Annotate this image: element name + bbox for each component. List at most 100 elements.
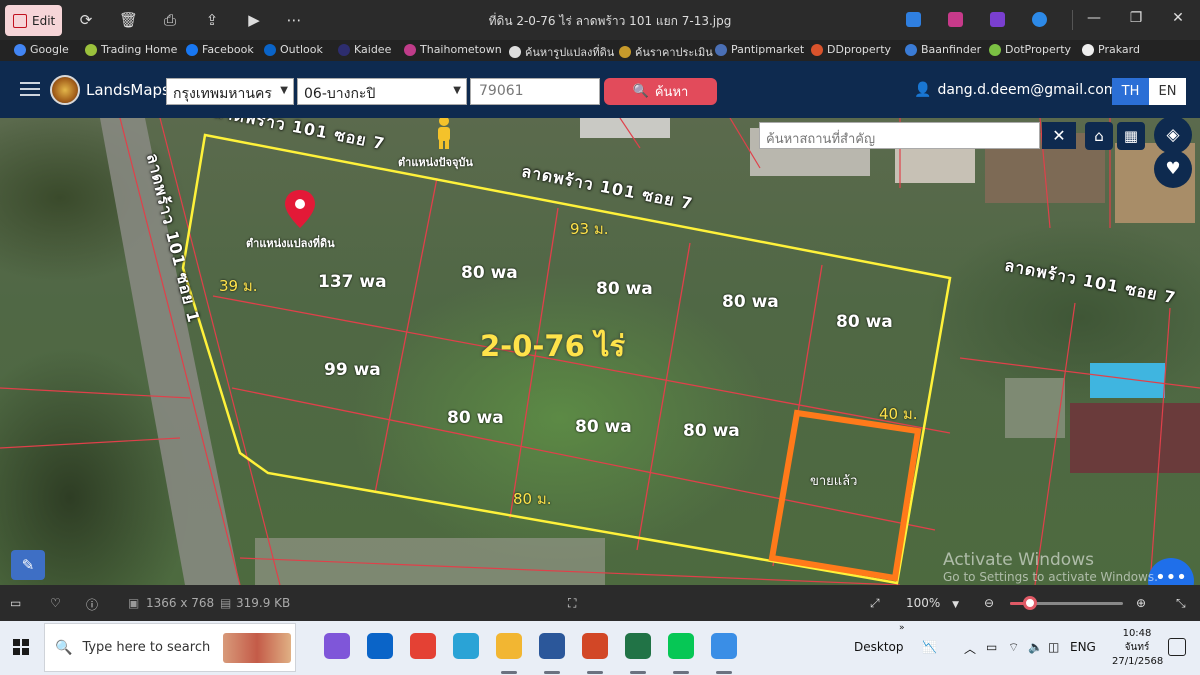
bookmark-item[interactable]: Baanfinder [905,43,981,56]
bookmark-item[interactable]: Kaidee [338,43,391,56]
filmstrip-icon[interactable]: ▭ [10,596,21,610]
designer-icon[interactable] [948,12,963,27]
word-icon[interactable] [539,633,565,659]
bookmark-label: Facebook [202,43,254,56]
stock-widget-icon[interactable]: 📉 [922,640,937,654]
edge-icon[interactable] [453,633,479,659]
parcel-position-label: ตำแหน่งแปลงที่ดิน [246,237,335,250]
windows-taskbar: 🔍 Type here to search Desktop » 📉 ︿ ▭ ⌔ … [0,621,1200,675]
bookmark-item[interactable]: Outlook [264,43,323,56]
bookmark-favicon-icon [905,43,917,56]
bookmarks-bar: Google Trading Home Facebook Outlook Kaidee T… [0,40,1200,61]
grid-icon[interactable]: ▦ [1117,122,1145,150]
clock-time: 10:48 [1122,628,1152,639]
zoom-slider-handle[interactable] [1023,596,1038,610]
notification-icon[interactable] [1168,638,1186,656]
minimize-icon[interactable]: — [1084,10,1104,26]
fit-window-icon[interactable]: ⤢ [870,596,880,611]
zoom-level-select[interactable]: 100% ▼ [906,596,959,610]
slideshow-icon[interactable]: ▶ [245,11,263,29]
chevron-down-icon: ▼ [453,85,461,96]
crop-fit-icon[interactable]: ⛶ [568,596,576,611]
info-icon[interactable]: ⓘ [86,596,98,613]
district-select[interactable]: 06-บางกะปิ ▼ [297,78,467,105]
plot-area-label: 80 wa [575,417,632,437]
zoom-out-icon[interactable]: ⊖ [984,596,994,610]
print-icon[interactable]: ⎙ [161,11,179,29]
bookmark-item[interactable]: Facebook [186,43,254,56]
battery-icon[interactable]: ▭ [986,640,997,654]
bookmark-label: Pantipmarket [731,43,805,56]
more-options-icon[interactable]: ⋯ [285,11,303,29]
home-icon[interactable]: ⌂ [1085,122,1113,150]
search-button[interactable]: 🔍 ค้นหา [604,78,717,105]
draw-tool-icon[interactable]: ✎ [11,550,45,580]
plot-area-label: 80 wa [722,292,779,312]
fullscreen-icon[interactable]: ⤡ [1176,596,1186,611]
clear-search-button[interactable]: ✕ [1042,122,1076,149]
total-area-label: 2-0-76 ไร่ [480,329,626,363]
user-icon: 👤 [914,82,932,98]
powerpoint-icon[interactable] [582,633,608,659]
line-icon[interactable] [668,633,694,659]
user-menu[interactable]: 👤 dang.d.deem@gmail.com ▼ [914,82,1131,98]
lang-th-button[interactable]: TH [1112,78,1149,105]
bookmark-item[interactable]: ค้นราคาประเมิน [619,43,713,61]
volume-icon[interactable]: 🔈 [1028,640,1043,654]
favorite-heart-icon[interactable]: ♥ [1154,150,1192,188]
camera-icon[interactable]: ◫ [1048,640,1059,654]
excel-icon[interactable] [625,633,651,659]
favorite-icon[interactable]: ♡ [50,596,61,610]
taskbar-clock[interactable]: 10:48 จันทร์ 27/1/2568 [1112,627,1163,669]
location-pin-icon [285,190,315,228]
lang-en-button[interactable]: EN [1149,78,1186,105]
delete-icon[interactable]: 🗑 [119,11,138,29]
parcel-number-input[interactable]: 79061 [470,78,600,105]
desktop-label[interactable]: Desktop [854,640,904,654]
clipchamp-icon[interactable] [990,12,1005,27]
bookmark-label: Baanfinder [921,43,982,56]
rotate-icon[interactable]: ⟳ [77,11,95,29]
province-select[interactable]: กรุงเทพมหานคร ▼ [166,78,294,105]
windows-start-icon[interactable] [13,639,29,655]
edit-button[interactable]: Edit [5,5,62,36]
bookmark-item[interactable]: DotProperty [989,43,1071,56]
bookmark-item[interactable]: DDproperty [811,43,891,56]
close-icon[interactable]: ✕ [1168,10,1188,26]
onedrive-icon[interactable] [1032,12,1047,27]
search-icon: 🔍 [632,84,649,99]
bookmark-favicon-icon [509,46,521,58]
bookmark-item[interactable]: Trading Home [85,43,177,56]
landmark-search-input[interactable]: ค้นหาสถานที่สำคัญ [759,122,1040,149]
photos-status-bar: ▭ ♡ ⓘ ▣ 1366 x 768 ▤ 319.9 KB ⛶ ⤢ 100% ▼… [0,585,1200,621]
map-view[interactable]: ลาดพร้าว 101 ซอย 7 ลาดพร้าว 101 ซอย 7 ลา… [0,118,1200,585]
photos-icon[interactable] [711,633,737,659]
wifi-icon[interactable]: ⌔ [1008,640,1019,655]
zoom-in-icon[interactable]: ⊕ [1136,596,1146,610]
file-explorer-icon[interactable] [496,633,522,659]
bookmark-favicon-icon [619,46,631,58]
sold-plot-outline [768,409,922,582]
bookmark-item[interactable]: Thaihometown [404,43,502,56]
taskbar-search-box[interactable]: 🔍 Type here to search [44,623,296,672]
app-shortcut-icon[interactable] [906,12,921,27]
bookmark-favicon-icon [85,43,97,56]
input-language[interactable]: ENG [1070,640,1096,654]
bookmark-item[interactable]: ค้นหารูปแปลงที่ดิน [509,43,614,61]
bookmark-item[interactable]: Pantipmarket [715,43,804,56]
bookmark-item[interactable]: Prakard [1082,43,1140,56]
district-value: 06-บางกะปิ [304,86,376,102]
chrome-icon[interactable] [410,633,436,659]
share-icon[interactable]: ⇪ [203,11,221,29]
copilot-icon[interactable] [324,633,350,659]
maximize-icon[interactable]: ❐ [1126,10,1146,26]
outlook-icon[interactable] [367,633,393,659]
menu-icon[interactable] [20,82,40,96]
zoom-slider[interactable] [1010,596,1123,610]
activation-watermark: Activate Windows Go to Settings to activ… [943,550,1158,584]
chevron-icon[interactable]: » [899,623,905,633]
building [580,118,670,138]
hidden-icons-chevron[interactable]: ︿ [964,640,976,657]
bookmark-item[interactable]: Google [14,43,69,56]
bookmark-label: DotProperty [1005,43,1072,56]
